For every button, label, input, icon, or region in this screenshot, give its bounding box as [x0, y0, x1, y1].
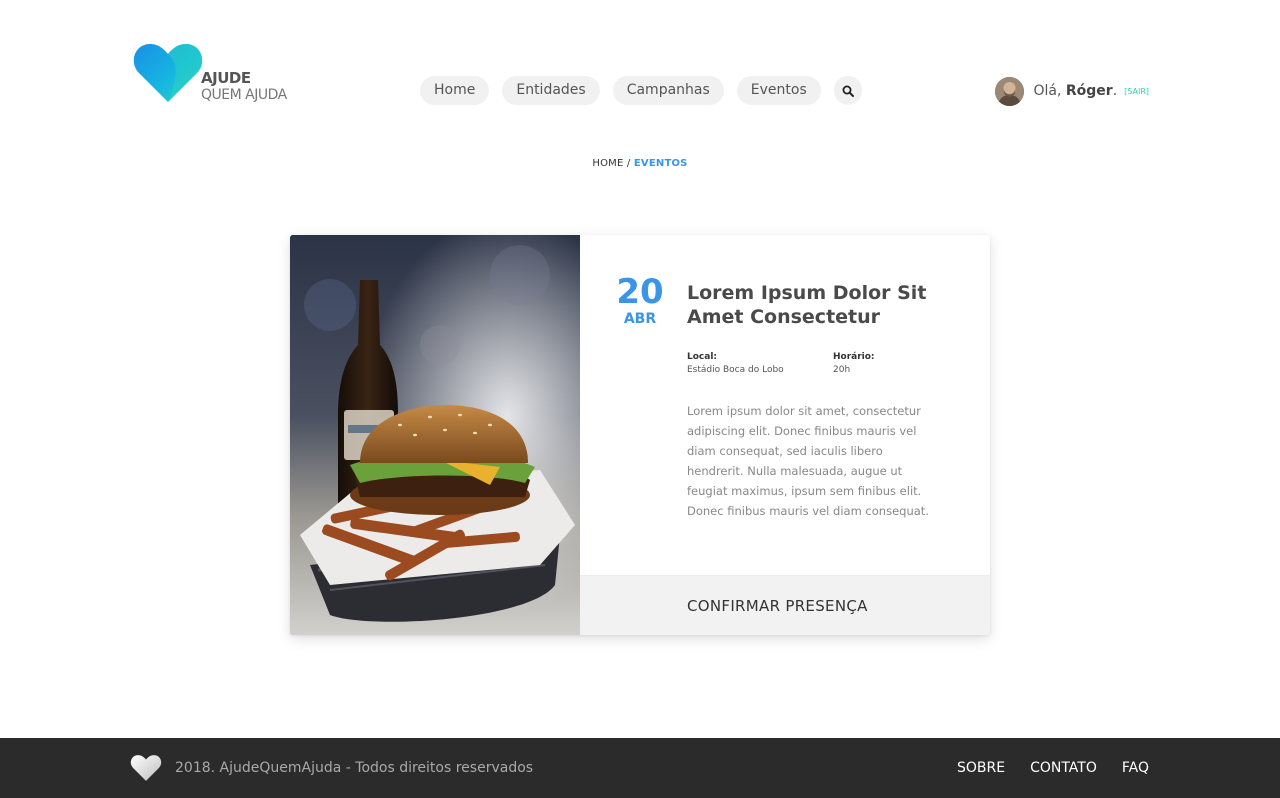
nav-item-entidades[interactable]: Entidades: [502, 76, 600, 105]
event-location-value: Estádio Boca do Lobo: [687, 365, 784, 375]
footer-link-sobre[interactable]: SOBRE: [957, 760, 1005, 776]
user-avatar-icon: [995, 76, 1025, 106]
event-time-value: 20h: [833, 365, 851, 375]
avatar[interactable]: [995, 76, 1025, 106]
event-location-label: Local:: [687, 352, 718, 362]
site-footer: 2018. AjudeQuemAjuda - Todos direitos re…: [0, 738, 1280, 798]
site-logo[interactable]: AJUDE QUEM AJUDA: [132, 42, 312, 106]
footer-link-contato[interactable]: CONTATO: [1030, 760, 1097, 776]
confirm-attendance-label: CONFIRMAR PRESENÇA: [687, 597, 868, 615]
heart-logo-icon: [133, 43, 203, 102]
user-menu: Olá, Róger. [SAIR]: [995, 76, 1149, 106]
logo-title: AJUDE: [201, 69, 251, 87]
breadcrumb-home[interactable]: HOME: [592, 158, 623, 169]
event-card: 20 ABR Lorem Ipsum Dolor Sit Amet Consec…: [290, 235, 990, 635]
breadcrumb: HOME / EVENTOS: [0, 158, 1280, 169]
search-button[interactable]: [833, 76, 862, 105]
nav-item-campanhas[interactable]: Campanhas: [612, 76, 724, 105]
event-title: Lorem Ipsum Dolor Sit Amet Consectetur: [687, 282, 927, 328]
event-date-day: 20: [616, 272, 664, 312]
breadcrumb-current: EVENTOS: [633, 158, 688, 169]
footer-link-faq[interactable]: FAQ: [1122, 760, 1149, 776]
footer-nav: SOBRE CONTATO FAQ: [957, 760, 1149, 776]
event-time-label: Horário:: [833, 352, 875, 362]
user-name: Róger: [1065, 83, 1113, 99]
heart-logo-icon: [130, 755, 162, 781]
event-date-month: ABR: [623, 311, 657, 327]
event-photo: [290, 235, 580, 635]
main-nav: Home Entidades Campanhas Eventos: [420, 76, 862, 105]
user-greeting: Olá, Róger.: [1033, 83, 1118, 99]
logout-link[interactable]: [SAIR]: [1124, 87, 1149, 96]
confirm-attendance-button[interactable]: CONFIRMAR PRESENÇA: [580, 575, 990, 635]
logo-subtitle: QUEM AJUDA: [201, 87, 287, 103]
event-description: Lorem ipsum dolor sit amet, consectetur …: [687, 404, 929, 518]
nav-item-eventos[interactable]: Eventos: [736, 76, 821, 105]
copyright-text: 2018. AjudeQuemAjuda - Todos direitos re…: [175, 760, 534, 776]
burger-photo-illustration: [290, 235, 580, 635]
search-icon: [842, 85, 854, 97]
breadcrumb-separator: /: [626, 158, 631, 169]
nav-item-home[interactable]: Home: [420, 76, 490, 105]
